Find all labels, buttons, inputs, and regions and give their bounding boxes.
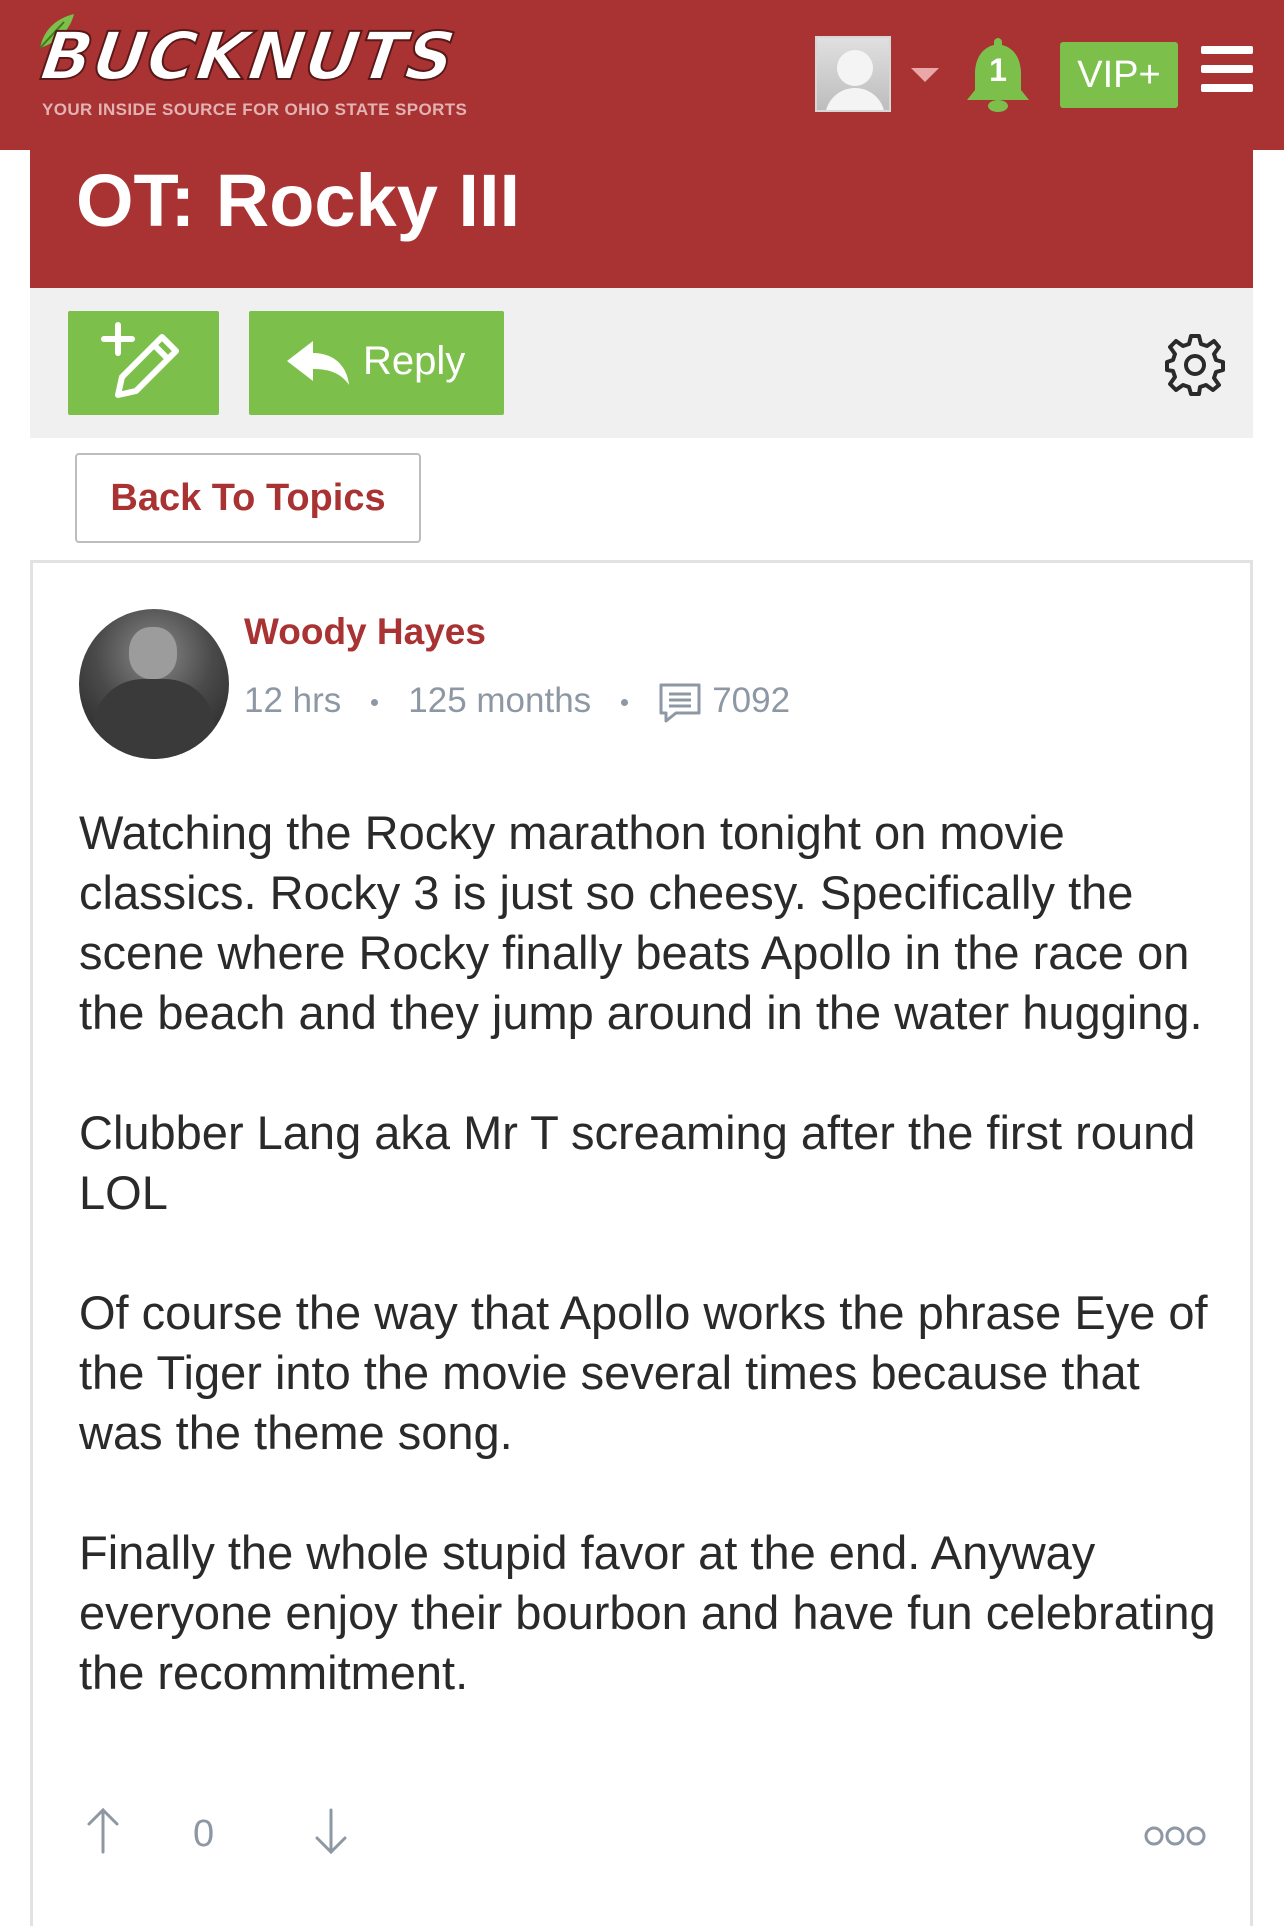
more-options-icon[interactable]	[1143, 1825, 1207, 1847]
notification-count: 1	[989, 52, 1007, 88]
reply-button[interactable]: Reply	[249, 311, 504, 415]
thread-title-band: OT: Rocky III	[30, 150, 1253, 288]
post-body: Watching the Rocky marathon tonight on m…	[79, 803, 1219, 1763]
back-to-topics-button[interactable]: Back To Topics	[75, 453, 421, 543]
reply-button-label: Reply	[363, 339, 466, 383]
separator-dot	[621, 699, 629, 707]
top-header: BUCKNUTS YOUR INSIDE SOURCE FOR OHIO STA…	[0, 0, 1284, 150]
upvote-arrow-icon[interactable]	[83, 1806, 123, 1856]
post-paragraph: Watching the Rocky marathon tonight on m…	[79, 806, 1203, 1039]
downvote-arrow-icon[interactable]	[311, 1806, 351, 1856]
thread-toolbar: Reply	[30, 288, 1253, 438]
chevron-down-icon[interactable]	[911, 68, 939, 82]
separator-dot	[371, 699, 379, 707]
new-post-pen-icon	[101, 322, 179, 398]
user-avatar[interactable]	[815, 36, 891, 112]
gear-icon[interactable]	[1163, 332, 1227, 396]
post-paragraph: Finally the whole stupid favor at the en…	[79, 1526, 1216, 1699]
author-avatar[interactable]	[79, 609, 229, 759]
author-name[interactable]: Woody Hayes	[244, 611, 486, 653]
comments-icon	[659, 683, 701, 723]
logo-wordmark: BUCKNUTS	[36, 17, 462, 96]
post-paragraph: Clubber Lang aka Mr T screaming after th…	[79, 1106, 1196, 1219]
post-count: 7092	[712, 681, 791, 720]
post-paragraph: Of course the way that Apollo works the …	[79, 1286, 1208, 1459]
logo-tagline: YOUR INSIDE SOURCE FOR OHIO STATE SPORTS	[42, 100, 468, 119]
post-time: 12 hrs	[244, 681, 342, 720]
member-duration: 125 months	[408, 681, 592, 720]
reply-arrow-icon	[287, 341, 349, 385]
vip-button[interactable]: VIP+	[1060, 42, 1178, 108]
post-card: Woody Hayes 12 hrs 125 months 7092 Watchi…	[30, 560, 1253, 1926]
hamburger-menu-icon[interactable]	[1201, 46, 1253, 92]
site-logo[interactable]: BUCKNUTS YOUR INSIDE SOURCE FOR OHIO STA…	[34, 10, 554, 122]
post-meta: 12 hrs 125 months 7092	[244, 681, 790, 724]
vote-count: 0	[193, 1813, 215, 1855]
page-title: OT: Rocky III	[76, 159, 521, 242]
new-post-button[interactable]	[68, 311, 219, 415]
